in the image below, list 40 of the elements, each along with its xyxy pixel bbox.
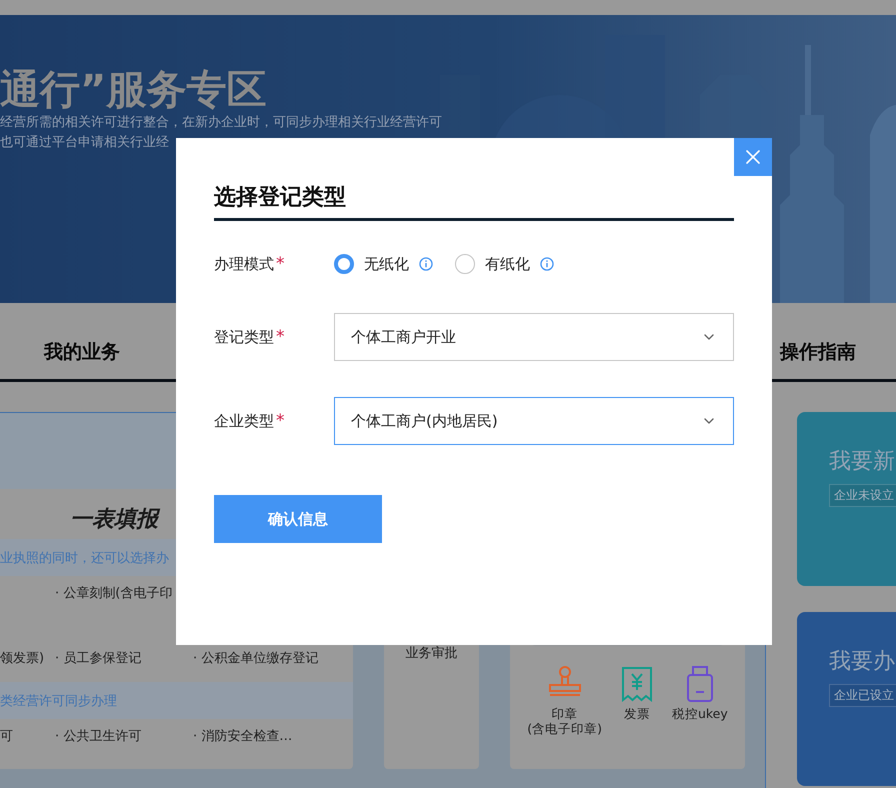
- radio-option[interactable]: 无纸化: [334, 254, 433, 274]
- field-label: 企业类型*: [214, 411, 286, 431]
- service-item[interactable]: · 公共卫生许可: [55, 726, 193, 744]
- confirm-button[interactable]: 确认信息: [214, 495, 382, 543]
- service-item[interactable]: 领发票): [0, 648, 55, 666]
- radio-option[interactable]: 有纸化: [455, 254, 554, 274]
- approval-label: 业务审批: [404, 645, 458, 662]
- radio-button[interactable]: [455, 254, 475, 274]
- field-label: 办理模式*: [214, 254, 286, 274]
- section-tab[interactable]: 操作指南: [780, 317, 856, 365]
- material-label: 税控ukey: [672, 706, 728, 721]
- material-label: 印章 (含电子印章): [527, 706, 602, 736]
- hero-description: 也可通过平台申请相关行业经: [0, 134, 169, 152]
- radio-label: 有纸化: [485, 254, 530, 274]
- dialog-title: 选择登记类型: [214, 184, 347, 212]
- hero-title: 通行”服务专区: [0, 67, 266, 113]
- receipt-icon: [620, 666, 654, 702]
- select-field[interactable]: 个体工商户开业: [334, 313, 734, 361]
- section-tab[interactable]: 我的业务: [44, 317, 120, 365]
- radio-button[interactable]: [334, 254, 354, 274]
- entry-card[interactable]: 我要办 企业已设立: [797, 612, 896, 786]
- hero-description: 经营所需的相关许可进行整合，在新办企业时，可同步办理相关行业经营许可: [0, 114, 442, 132]
- note-text: 类经营许可同步办理: [0, 682, 353, 719]
- service-item[interactable]: 可: [0, 726, 55, 744]
- field-label: 登记类型*: [214, 327, 286, 347]
- service-item[interactable]: · 员工参保登记: [55, 648, 193, 666]
- info-icon: [419, 257, 433, 271]
- material-label: 发票: [624, 706, 650, 721]
- close-button[interactable]: [734, 138, 772, 176]
- select-field[interactable]: 个体工商户(内地居民): [334, 397, 734, 445]
- usb-key-icon: [684, 666, 715, 702]
- entry-title: 我要新: [829, 448, 896, 476]
- entry-title: 我要办: [829, 648, 896, 676]
- radio-label: 无纸化: [364, 254, 409, 274]
- service-item[interactable]: · 公积金单位缴存登记: [193, 648, 353, 666]
- entry-tag: 企业未设立: [829, 484, 896, 507]
- card-title: 一表填报: [70, 504, 158, 533]
- entry-tag: 企业已设立: [829, 684, 896, 707]
- service-item[interactable]: · 消防安全检查…: [193, 726, 353, 744]
- info-icon: [540, 257, 554, 271]
